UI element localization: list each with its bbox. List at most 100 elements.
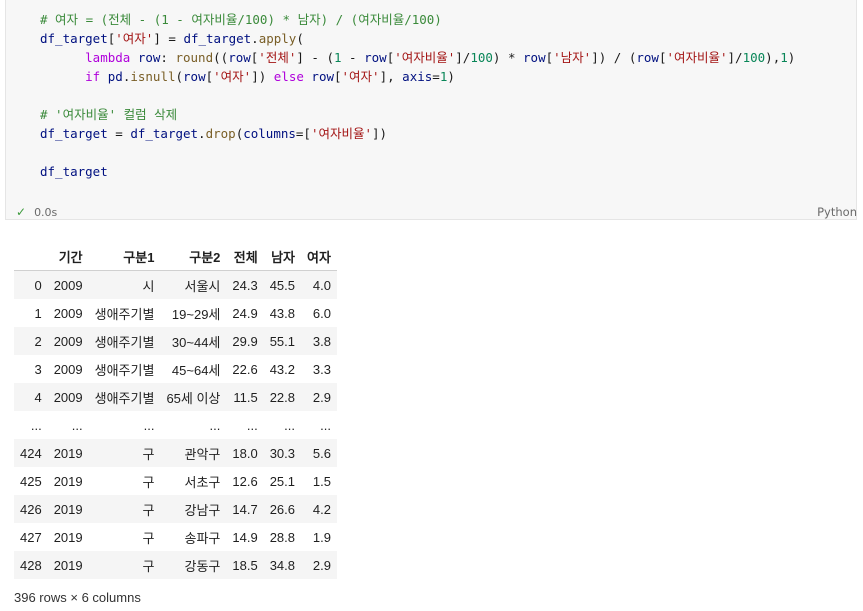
column-header: 전체 xyxy=(233,249,258,265)
table-cell: 관악구 xyxy=(184,446,221,462)
table-cell: 2009 xyxy=(53,305,83,321)
table-cell: 45.5 xyxy=(269,277,296,293)
table-cell: 6.0 xyxy=(312,305,331,321)
table-cell: 22.6 xyxy=(232,361,258,377)
table-cell: 24.3 xyxy=(232,277,258,293)
row-index: 1 xyxy=(34,305,42,321)
table-cell: 생애주기별 xyxy=(94,390,155,406)
table-cell: 2.9 xyxy=(312,557,331,573)
table-cell: 3.3 xyxy=(312,361,331,377)
table-row: 1 2009 생애주기별 19~29세 24.9 43.8 6.0 xyxy=(14,299,337,327)
table-cell: 18.5 xyxy=(232,557,258,573)
column-header: 구분1 xyxy=(123,249,155,265)
code-line: lambda row: round((row['전체'] - (1 - row[… xyxy=(85,50,796,65)
table-cell: 서울시 xyxy=(184,278,221,294)
table-cell: 1.5 xyxy=(312,473,331,489)
code-line: df_target['여자'] = df_target.apply( xyxy=(40,31,304,46)
table-cell: 강동구 xyxy=(184,558,221,574)
table-cell: 65세 이상 xyxy=(166,390,221,406)
cell-status: ✓ 0.0s xyxy=(16,205,57,219)
table-cell: 2009 xyxy=(53,333,83,349)
table-row: 427 2019 구 송파구 14.9 28.8 1.9 xyxy=(14,523,337,551)
table-row: 426 2019 구 강남구 14.7 26.6 4.2 xyxy=(14,495,337,523)
table-cell: 2009 xyxy=(53,361,83,377)
row-index: 424 xyxy=(20,445,42,461)
table-cell: 30~44세 xyxy=(171,334,221,350)
table-cell: 5.6 xyxy=(312,445,331,461)
table-cell: 12.6 xyxy=(232,473,258,489)
table-cell: 2009 xyxy=(53,277,83,293)
table-cell: 2019 xyxy=(53,557,83,573)
code-line: df_target = df_target.drop(columns=['여자비… xyxy=(40,126,388,141)
table-row: 425 2019 구 서초구 12.6 25.1 1.5 xyxy=(14,467,337,495)
table-cell: 43.8 xyxy=(269,305,296,321)
table-cell: ... xyxy=(246,417,258,433)
table-cell: 22.8 xyxy=(269,389,296,405)
table-cell: 30.3 xyxy=(269,445,296,461)
index-header xyxy=(14,242,48,271)
table-cell: 3.8 xyxy=(312,333,331,349)
table-cell: ... xyxy=(284,417,296,433)
code-line: # '여자비율' 컬럼 삭제 xyxy=(40,107,178,122)
table-cell: 생애주기별 xyxy=(94,362,155,378)
table-cell: 2.9 xyxy=(312,389,331,405)
table-cell: 26.6 xyxy=(269,501,296,517)
table-cell: 45~64세 xyxy=(171,362,221,378)
table-cell: 2019 xyxy=(53,529,83,545)
table-cell: ... xyxy=(71,417,83,433)
table-cell: 18.0 xyxy=(232,445,258,461)
table-header-row: 기간 구분1 구분2 전체 남자 여자 xyxy=(14,242,337,271)
table-row: 428 2019 구 강동구 18.5 34.8 2.9 xyxy=(14,551,337,579)
row-index: ... xyxy=(30,417,42,433)
row-index: 426 xyxy=(20,501,42,517)
row-index: 4 xyxy=(34,389,42,405)
table-cell: 24.9 xyxy=(232,305,258,321)
language-label[interactable]: Python xyxy=(817,205,857,219)
column-header: 여자 xyxy=(307,249,331,265)
exec-time: 0.0s xyxy=(34,205,58,219)
table-cell: 생애주기별 xyxy=(94,306,155,322)
check-icon: ✓ xyxy=(16,205,27,219)
table-cell: 시 xyxy=(142,278,155,294)
table-cell: 구 xyxy=(142,502,155,518)
code-editor[interactable]: # 여자 = (전체 - (1 - 여자비율/100) * 남자) / (여자비… xyxy=(40,10,795,181)
table-cell: 55.1 xyxy=(269,333,296,349)
table-cell: 29.9 xyxy=(232,333,258,349)
table-cell: 2019 xyxy=(53,473,83,489)
table-cell: 구 xyxy=(142,474,155,490)
table-cell: 구 xyxy=(142,530,155,546)
table-cell: 4.2 xyxy=(312,501,331,517)
table-cell: 43.2 xyxy=(269,361,296,377)
dataframe-table: 기간 구분1 구분2 전체 남자 여자 0 2009 시 서울시 24.3 45.5 4.0 1 2009… xyxy=(14,242,337,579)
table-cell: 28.8 xyxy=(269,529,296,545)
table-cell: 14.9 xyxy=(232,529,258,545)
table-cell: 송파구 xyxy=(184,530,221,546)
table-cell: 4.0 xyxy=(312,277,331,293)
table-cell: 14.7 xyxy=(232,501,258,517)
table-cell: 2009 xyxy=(53,389,83,405)
code-cell[interactable]: # 여자 = (전체 - (1 - 여자비율/100) * 남자) / (여자비… xyxy=(5,0,857,220)
column-header: 남자 xyxy=(271,249,296,265)
code-line: df_target xyxy=(40,164,108,179)
row-index: 428 xyxy=(20,557,42,573)
row-index: 3 xyxy=(34,361,42,377)
table-row: 3 2009 생애주기별 45~64세 22.6 43.2 3.3 xyxy=(14,355,337,383)
code-line: # 여자 = (전체 - (1 - 여자비율/100) * 남자) / (여자비… xyxy=(40,12,442,27)
table-row: 0 2009 시 서울시 24.3 45.5 4.0 xyxy=(14,270,337,299)
table-cell: ... xyxy=(320,417,331,433)
table-cell: 구 xyxy=(142,446,155,462)
table-cell: 34.8 xyxy=(269,557,296,573)
table-cell: 2019 xyxy=(53,445,83,461)
row-index: 425 xyxy=(20,473,42,489)
table-row: 424 2019 구 관악구 18.0 30.3 5.6 xyxy=(14,439,337,467)
row-index: 0 xyxy=(34,277,42,293)
table-cell: 서초구 xyxy=(184,474,221,490)
column-header: 기간 xyxy=(58,249,83,265)
table-cell: 11.5 xyxy=(233,389,258,405)
table-cell: 19~29세 xyxy=(171,306,221,322)
table-cell: ... xyxy=(209,417,221,433)
column-header: 구분2 xyxy=(189,249,221,265)
table-row: 4 2009 생애주기별 65세 이상 11.5 22.8 2.9 xyxy=(14,383,337,411)
